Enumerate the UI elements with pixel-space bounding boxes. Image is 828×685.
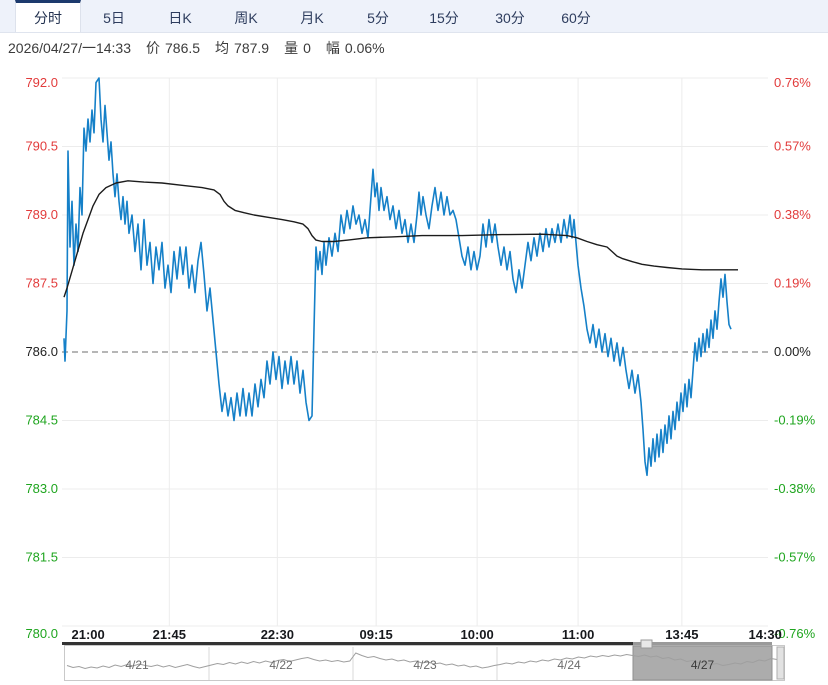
x-axis-time-label: 14:30 [749,627,782,642]
y-axis-price-label: 786.0 [25,344,58,359]
x-axis-time-label: 21:45 [153,627,186,642]
x-axis-time-label: 10:00 [461,627,494,642]
y-axis-percent-label: 0.00% [774,344,811,359]
y-axis-price-label: 781.5 [25,550,58,565]
navigator-day-panel-4-22[interactable] [209,646,353,681]
x-axis-time-label: 13:45 [665,627,698,642]
y-axis-percent-label: -0.19% [774,413,816,428]
intraday-chart-canvas: 792.0 0.76% 790.5 0.57% 789.0 0.38% 787.5 0.19%… [0,0,828,685]
y-axis-price-label: 783.0 [25,481,58,496]
chart-plot-area[interactable] [62,78,768,626]
trading-app-window: 分时5日日K周K月K5分15分30分60分 2026/04/27/一14:33 … [0,0,828,685]
navigator-day-panel-4-24[interactable] [497,646,641,681]
navigator-day-panel-4-23[interactable] [353,646,497,681]
y-axis-price-label: 784.5 [25,413,58,428]
y-axis-price-label: 787.5 [25,276,58,291]
navigator-left-grip[interactable] [641,640,652,648]
y-axis-percent-label: -0.57% [774,550,816,565]
y-axis-price-label: 792.0 [25,75,58,90]
x-axis-time-label: 11:00 [562,627,595,642]
y-axis-percent-label: 0.57% [774,139,811,154]
y-axis-price-label: 789.0 [25,207,58,222]
y-axis-price-label: 790.5 [25,139,58,154]
navigator-scroll-track [62,642,633,645]
navigator-scroll-thumb[interactable] [633,642,772,645]
y-axis-price-label: 780.0 [25,626,58,641]
y-axis-percent-label: 0.38% [774,207,811,222]
y-axis-percent-label: 0.76% [774,75,811,90]
y-axis-percent-label: 0.19% [774,276,811,291]
x-axis-time-label: 09:15 [360,627,393,642]
navigator-day-panel-4-27[interactable] [641,646,785,681]
y-axis-percent-label: -0.38% [774,481,816,496]
navigator-right-grip[interactable] [777,647,784,679]
x-axis-time-label: 22:30 [261,627,294,642]
x-axis-time-label: 21:00 [71,627,104,642]
navigator-day-panel-4-21[interactable] [65,646,209,681]
